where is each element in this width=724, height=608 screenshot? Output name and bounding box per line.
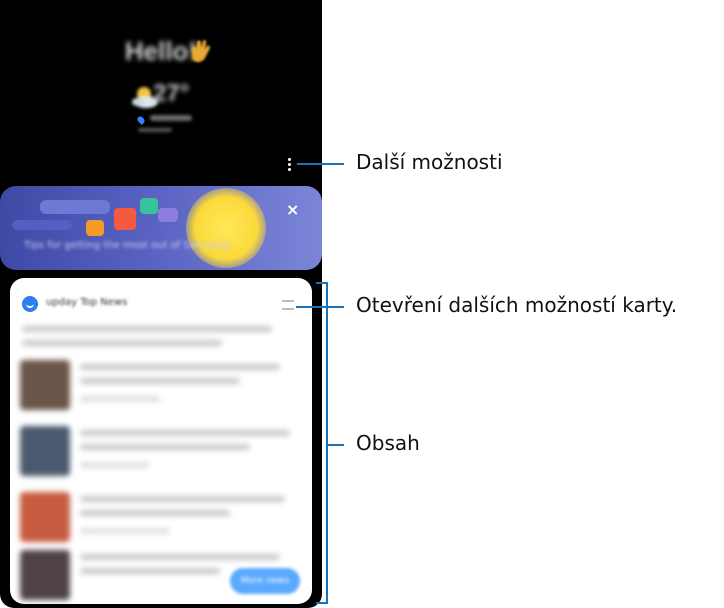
temperature-text: 27° xyxy=(153,80,190,107)
headline-line xyxy=(22,326,272,332)
document-tile-icon xyxy=(114,208,136,230)
callout-more-options: Další možnosti xyxy=(356,150,503,174)
location-pin-icon xyxy=(136,115,146,125)
news-content xyxy=(10,318,312,600)
news-thumbnail xyxy=(20,360,70,410)
music-tile-icon xyxy=(158,208,178,222)
smiling-sun-icon xyxy=(186,188,266,268)
location-subtext xyxy=(138,128,172,132)
greeting-area: Hello! 27° xyxy=(0,0,322,186)
news-thumbnail xyxy=(20,426,70,476)
headline-line xyxy=(80,364,280,370)
tips-banner-card[interactable] xyxy=(0,186,322,270)
news-card-title: upday Top News xyxy=(46,297,128,308)
upday-logo-icon xyxy=(22,296,38,312)
news-item[interactable] xyxy=(20,488,302,548)
close-icon[interactable]: × xyxy=(286,202,299,218)
meta-line xyxy=(80,528,170,534)
callout-line-more-options xyxy=(297,163,344,165)
news-item[interactable] xyxy=(20,356,302,416)
card-options-icon[interactable] xyxy=(282,300,294,310)
headline-line xyxy=(80,496,285,502)
callout-line-content xyxy=(326,444,344,446)
news-card[interactable]: upday Top News More news xyxy=(10,278,312,604)
headline-line xyxy=(80,444,250,450)
bracket-vertical xyxy=(326,282,328,604)
greeting-text: Hello! xyxy=(124,36,198,66)
play-tile-icon xyxy=(140,198,158,214)
more-news-button[interactable]: More news xyxy=(230,568,300,594)
meta-line xyxy=(80,462,150,468)
headline-line xyxy=(80,554,280,560)
bracket-bottom xyxy=(316,602,328,604)
decor-shape xyxy=(12,220,72,230)
callout-line-card-options xyxy=(296,306,344,308)
decor-shape xyxy=(40,200,110,214)
headline-line xyxy=(80,378,240,384)
news-thumbnail xyxy=(20,550,70,600)
headline-line xyxy=(22,340,222,346)
headline-line xyxy=(80,430,290,436)
news-thumbnail xyxy=(20,492,70,542)
meta-line xyxy=(80,396,160,402)
headline-line xyxy=(80,510,230,516)
callout-content: Obsah xyxy=(356,431,420,455)
phone-screen: Hello! 27° Tips for getting the most out… xyxy=(0,0,322,608)
play-tile-icon xyxy=(86,220,104,236)
headline-line xyxy=(80,568,220,574)
waving-hand-icon xyxy=(191,39,210,63)
location-text xyxy=(150,115,192,121)
tips-banner-text: Tips for getting the most out of Samsung xyxy=(24,240,230,251)
more-options-icon[interactable] xyxy=(287,158,293,172)
callout-card-options: Otevření dalších možností karty. xyxy=(356,293,678,317)
news-item[interactable] xyxy=(20,422,302,482)
